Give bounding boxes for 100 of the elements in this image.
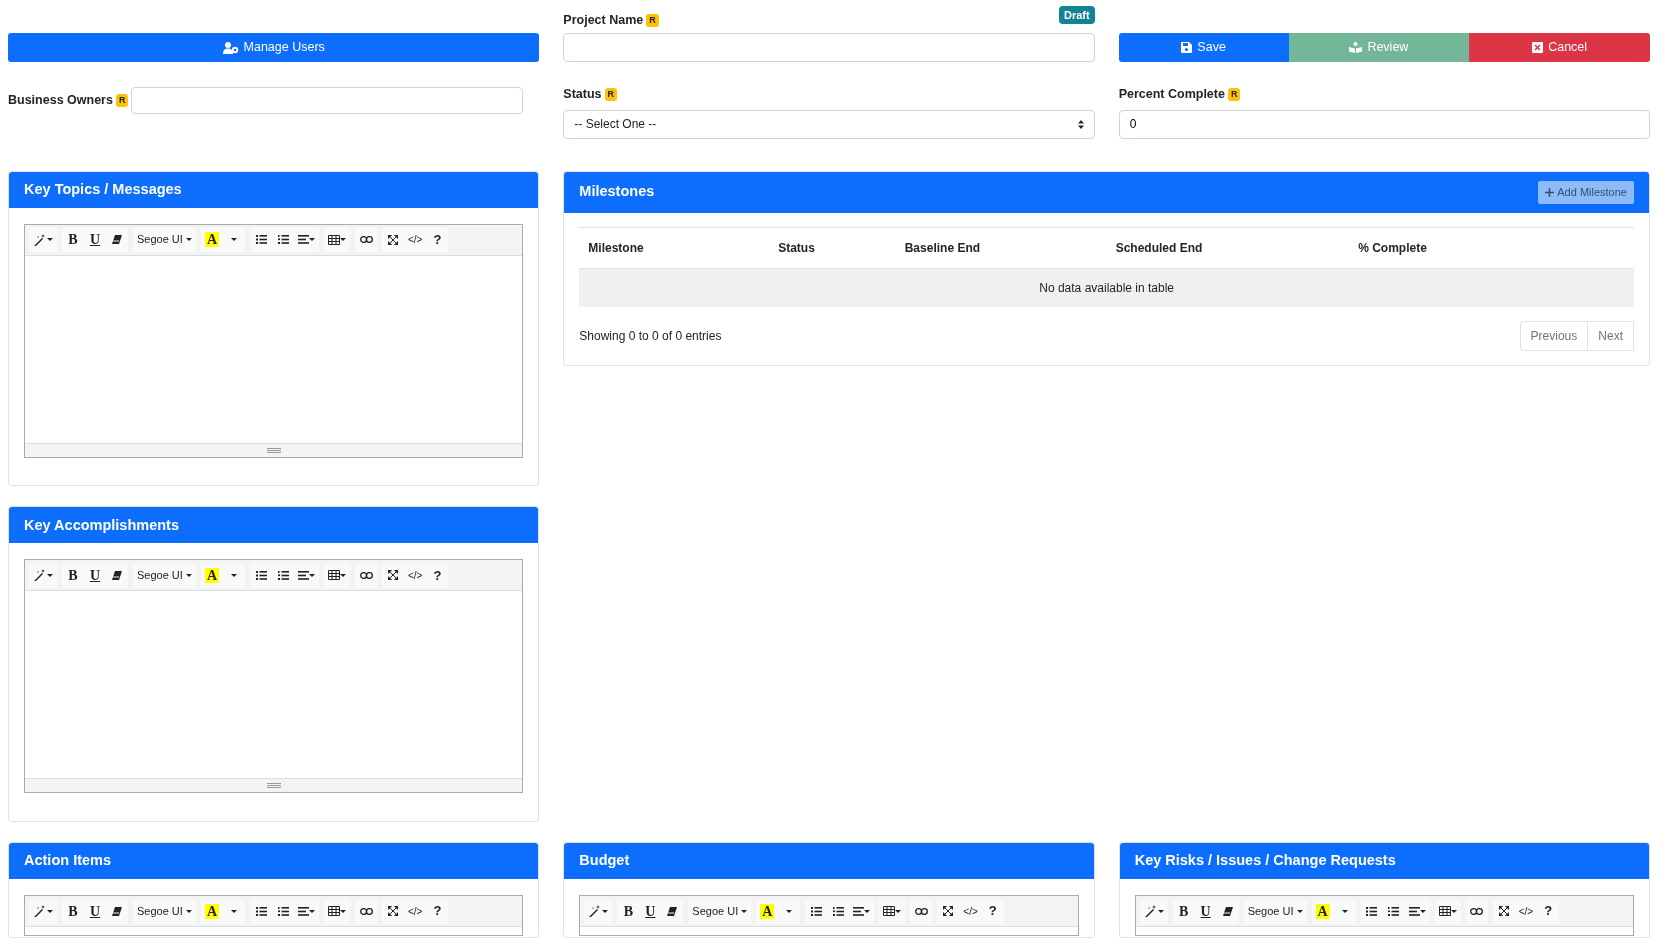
sort-arrows-icon bbox=[1077, 119, 1084, 129]
bold-button[interactable]: B bbox=[1172, 898, 1195, 924]
column-header[interactable]: Scheduled End bbox=[1106, 227, 1350, 269]
caret-icon bbox=[231, 573, 237, 577]
plus-icon bbox=[1545, 187, 1555, 197]
code-view-button[interactable]: </> bbox=[404, 562, 427, 588]
underline-button[interactable]: U bbox=[84, 227, 106, 253]
table-icon bbox=[328, 234, 340, 245]
field-label: Project Name bbox=[563, 12, 644, 30]
link-icon bbox=[359, 236, 373, 244]
project-name-field[interactable] bbox=[563, 33, 1095, 62]
column-header[interactable]: Status bbox=[769, 227, 896, 269]
caret-icon bbox=[340, 238, 346, 242]
numbered-list-icon bbox=[277, 235, 289, 245]
cancel-button[interactable]: Cancel bbox=[1469, 33, 1650, 62]
font-family-button[interactable]: Segoe UI bbox=[688, 898, 752, 924]
help-button[interactable]: ? bbox=[426, 898, 449, 924]
save-button[interactable]: Save bbox=[1118, 33, 1289, 62]
bold-button[interactable]: B bbox=[617, 898, 640, 924]
numbered-list-icon bbox=[832, 906, 844, 916]
font-family-button[interactable]: Segoe UI bbox=[133, 227, 196, 253]
link-icon bbox=[1470, 907, 1484, 915]
percent-complete-field[interactable]: 0 bbox=[1118, 109, 1650, 139]
bold-button[interactable]: B bbox=[62, 227, 84, 253]
caret-icon bbox=[864, 909, 871, 913]
eraser-icon bbox=[112, 235, 122, 245]
code-view-button[interactable]: </> bbox=[404, 227, 427, 253]
caret-icon bbox=[741, 909, 748, 913]
caret-icon bbox=[309, 909, 315, 913]
link-icon bbox=[359, 571, 373, 579]
help-button[interactable]: ? bbox=[426, 227, 449, 253]
link-icon bbox=[359, 907, 373, 915]
code-view-button[interactable]: </> bbox=[1514, 898, 1538, 924]
caret-icon bbox=[1296, 909, 1303, 913]
caret-icon bbox=[231, 909, 237, 913]
underline-button[interactable]: U bbox=[84, 898, 106, 924]
field-label: Business Owners bbox=[8, 92, 113, 110]
font-family-button[interactable]: Segoe UI bbox=[1243, 898, 1307, 924]
status-select[interactable]: -- Select One -- bbox=[563, 109, 1095, 139]
fullscreen-icon bbox=[388, 234, 398, 245]
users-gear-icon bbox=[222, 41, 239, 54]
numbered-list-icon bbox=[277, 570, 289, 580]
required-badge: R bbox=[604, 87, 618, 101]
eraser-icon bbox=[667, 906, 678, 916]
manage-users-button[interactable]: Manage Users bbox=[8, 33, 540, 62]
align-left-icon bbox=[853, 906, 865, 916]
numbered-list-icon bbox=[1388, 906, 1400, 916]
eraser-icon bbox=[1222, 906, 1233, 916]
magic-wand-icon bbox=[33, 905, 47, 918]
caret-icon bbox=[185, 573, 192, 577]
underline-button[interactable]: U bbox=[1194, 898, 1217, 924]
required-badge: R bbox=[646, 14, 659, 28]
magic-wand-icon bbox=[33, 569, 47, 582]
bullet-list-icon bbox=[255, 235, 267, 245]
bold-button[interactable]: B bbox=[62, 562, 84, 588]
field-label: Status bbox=[563, 86, 602, 103]
code-view-button[interactable]: </> bbox=[959, 898, 982, 924]
caret-icon bbox=[47, 909, 53, 913]
table-icon bbox=[328, 570, 340, 581]
align-left-icon bbox=[298, 906, 309, 916]
caret-icon bbox=[786, 909, 793, 913]
magic-wand-icon bbox=[1143, 905, 1158, 918]
column-header[interactable]: Baseline End bbox=[895, 227, 1107, 269]
panel-title: Action Items bbox=[9, 843, 539, 880]
help-button[interactable]: ? bbox=[1537, 898, 1560, 924]
code-view-button[interactable]: </> bbox=[404, 898, 427, 924]
required-badge: R bbox=[1227, 87, 1241, 101]
caret-icon bbox=[309, 573, 315, 577]
eraser-icon bbox=[112, 570, 122, 580]
panel-title: Key Accomplishments bbox=[9, 507, 539, 544]
resize-grip-icon bbox=[266, 447, 281, 453]
caret-icon bbox=[47, 238, 53, 242]
caret-icon bbox=[340, 909, 346, 913]
help-button[interactable]: ? bbox=[426, 562, 449, 588]
caret-icon bbox=[47, 573, 53, 577]
link-icon bbox=[914, 907, 928, 915]
underline-button[interactable]: U bbox=[84, 562, 106, 588]
table-icon bbox=[1438, 906, 1451, 917]
bullet-list-icon bbox=[810, 906, 822, 916]
caret-icon bbox=[309, 238, 315, 242]
column-header[interactable]: Milestone bbox=[579, 227, 770, 269]
bold-button[interactable]: B bbox=[62, 898, 84, 924]
numbered-list-icon bbox=[277, 906, 289, 916]
panel-title: Milestones bbox=[579, 182, 655, 202]
help-button[interactable]: ? bbox=[981, 898, 1004, 924]
font-family-button[interactable]: Segoe UI bbox=[133, 898, 196, 924]
panel-title: Key Risks / Issues / Change Requests bbox=[1119, 843, 1649, 880]
font-family-button[interactable]: Segoe UI bbox=[133, 562, 196, 588]
business-owners-field[interactable] bbox=[131, 87, 524, 114]
underline-button[interactable]: U bbox=[639, 898, 662, 924]
entries-info: Showing 0 to 0 of 0 entries bbox=[579, 327, 722, 345]
empty-message: No data available in table bbox=[579, 268, 1634, 307]
resize-grip-icon bbox=[266, 783, 281, 789]
magic-wand-icon bbox=[33, 233, 47, 246]
panel-title: Budget bbox=[564, 843, 1094, 880]
bullet-list-icon bbox=[255, 570, 267, 580]
required-badge: R bbox=[115, 94, 129, 107]
fullscreen-icon bbox=[388, 570, 398, 581]
caret-icon bbox=[1341, 909, 1348, 913]
column-header[interactable]: % Complete bbox=[1349, 227, 1634, 269]
